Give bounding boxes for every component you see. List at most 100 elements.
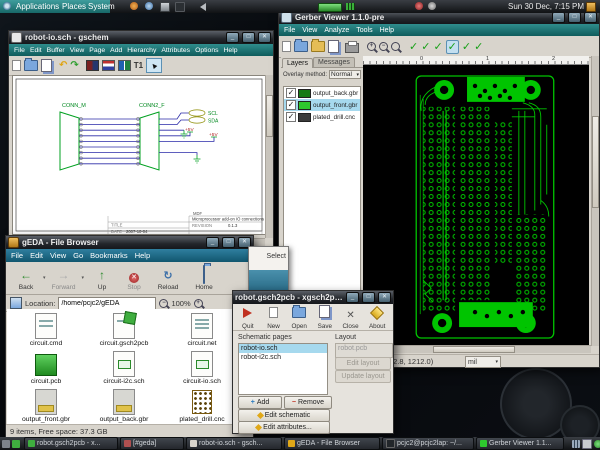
gerbv-close-button[interactable]: ✕ — [584, 12, 597, 23]
zoom-out-icon[interactable]: − — [159, 299, 168, 308]
gschem-menu-edit[interactable]: Edit — [30, 47, 42, 54]
gschem-menu-attributes[interactable]: Attributes — [161, 47, 190, 54]
forward-dropdown-icon[interactable]: ▾ — [82, 275, 85, 281]
fb-menu-go[interactable]: Go — [73, 251, 83, 260]
select-mode-swatch[interactable] — [249, 270, 288, 291]
undo-icon[interactable]: ↶ — [59, 60, 67, 71]
gerbv-menu-tools[interactable]: Tools — [356, 27, 372, 34]
pointer-tool-selected-icon[interactable]: ✓ — [446, 40, 459, 54]
file-circuit-net[interactable]: circuit.net — [167, 313, 237, 347]
export-icon[interactable] — [311, 41, 325, 52]
tab-messages[interactable]: Messages — [313, 57, 355, 67]
layer-row-front[interactable]: output_front.gbr — [284, 99, 360, 111]
gsch2pcb-titlebar[interactable]: robot.gsch2pcb - xgsch2pcb _ □ ✕ — [233, 291, 393, 304]
screenshot-launcher-icon[interactable] — [160, 2, 170, 12]
gsch2pcb-maximize-button[interactable]: □ — [362, 292, 375, 303]
gschem-menu-view[interactable]: View — [70, 47, 85, 54]
menu-system[interactable]: System — [88, 2, 115, 11]
task-filebrowser[interactable]: gEDA - File Browser — [284, 437, 380, 450]
gerbv-minimize-button[interactable]: _ — [552, 12, 565, 23]
mail-tray-icon[interactable] — [582, 439, 592, 449]
terminal-launcher-icon[interactable] — [175, 2, 185, 12]
copy-buffer-icon[interactable] — [41, 59, 52, 72]
gschem-menu-help[interactable]: Help — [224, 47, 238, 54]
save-button[interactable]: Save — [312, 305, 338, 330]
tray-update-icon[interactable] — [415, 2, 423, 10]
file-circuit-i2c-sch[interactable]: circuit-i2c.sch — [89, 351, 159, 385]
new-file-icon[interactable] — [12, 60, 21, 71]
gschem-canvas[interactable]: CONN_M CONN2_F — [12, 75, 266, 235]
redo-icon[interactable]: ↷ — [70, 60, 78, 71]
applet-pill[interactable] — [318, 3, 342, 12]
network-tray-icon[interactable] — [572, 440, 580, 448]
gschem-menu-hierarchy[interactable]: Hierarchy — [127, 47, 156, 54]
add-net-icon[interactable] — [102, 60, 115, 71]
new-project-icon[interactable] — [282, 41, 291, 52]
filebrowser-maximize-button[interactable]: □ — [222, 237, 235, 248]
menu-applications[interactable]: Applications — [16, 2, 59, 11]
location-icon[interactable] — [10, 297, 22, 309]
gerbv-menu-help[interactable]: Help — [380, 27, 394, 34]
zoom-in-icon[interactable]: + — [194, 299, 203, 308]
fb-menu-file[interactable]: File — [11, 251, 23, 260]
cpu-graph-icon[interactable] — [346, 3, 355, 10]
open-layer-icon[interactable] — [294, 41, 308, 52]
add-component-icon[interactable] — [86, 60, 99, 71]
close-button[interactable]: ✕ Close — [338, 305, 364, 330]
gschem-menu-page[interactable]: Page — [89, 47, 105, 54]
check-tool-5-icon[interactable]: ✓ — [474, 41, 483, 53]
tray-notes-icon[interactable] — [586, 2, 596, 12]
layer-drill-swatch[interactable] — [298, 113, 311, 122]
task-irc-geda[interactable]: [#geda] — [120, 437, 184, 450]
gsch2pcb-minimize-button[interactable]: _ — [346, 292, 359, 303]
gerbv-menu-file[interactable]: File — [284, 27, 295, 34]
gschem-menu-file[interactable]: File — [14, 47, 25, 54]
check-tool-3-icon[interactable]: ✓ — [433, 41, 442, 53]
update-layout-button[interactable]: Update layout — [335, 370, 391, 383]
select-tool-button[interactable]: ▲ — [146, 58, 162, 73]
distro-logo-icon[interactable] — [3, 2, 11, 10]
back-button[interactable]: ← Back — [9, 266, 43, 291]
file-circuit-pcb[interactable]: circuit.pcb — [11, 351, 81, 385]
page-item-robot-i2c[interactable]: robot-i2c.sch — [239, 353, 327, 362]
gschem-menu-options[interactable]: Options — [195, 47, 218, 54]
fb-menu-view[interactable]: View — [50, 251, 66, 260]
layer-row-drill[interactable]: plated_drill.cnc — [284, 111, 360, 123]
fb-menu-help[interactable]: Help — [135, 251, 150, 260]
page-item-robot-io[interactable]: robot-io.sch — [239, 344, 327, 353]
check-tool-4-icon[interactable]: ✓ — [462, 41, 471, 53]
task-xgsch2pcb[interactable]: robot.gsch2pcb - x... — [24, 437, 118, 450]
show-desktop-icon[interactable] — [2, 440, 10, 448]
add-bus-icon[interactable] — [118, 60, 131, 71]
status-tray-icon[interactable] — [594, 440, 600, 448]
volume-icon[interactable] — [200, 3, 206, 11]
print-icon[interactable] — [345, 43, 359, 53]
gerbv-hscrollbar[interactable] — [363, 345, 591, 353]
gerbv-maximize-button[interactable]: □ — [568, 12, 581, 23]
file-view[interactable]: circuit.cmd circuit.gsch2pcb circuit.net… — [7, 309, 245, 425]
task-gerbv[interactable]: Gerber Viewer 1.1... — [476, 437, 564, 450]
reload-button[interactable]: ↻ Reload — [150, 266, 186, 291]
window-list-icon[interactable] — [12, 440, 20, 448]
task-gschem[interactable]: robot-io.sch - gsch... — [186, 437, 282, 450]
location-input[interactable] — [58, 297, 156, 310]
forward-button[interactable]: → Forward — [46, 266, 82, 291]
filebrowser-titlebar[interactable]: gEDA - File Browser _ □ ✕ — [6, 236, 253, 249]
schematic-pages-list[interactable]: robot-io.sch robot-i2c.sch — [238, 343, 328, 395]
panel-clock[interactable]: Sun 30 Dec, 7:15 PM — [508, 2, 584, 11]
zoom-out-icon[interactable]: − — [379, 42, 388, 51]
home-button[interactable]: Home — [186, 266, 222, 291]
gerbv-vscrollbar[interactable] — [591, 56, 599, 346]
overlay-method-select[interactable]: Normal ▾ — [329, 70, 361, 79]
file-output-front-gbr[interactable]: output_front.gbr — [11, 389, 81, 423]
file-circuit-cmd[interactable]: circuit.cmd — [11, 313, 81, 347]
new-button[interactable]: New — [261, 305, 287, 330]
unit-select[interactable]: mil ▾ — [465, 356, 501, 368]
task-terminal[interactable]: pcjc2@pcjc2lap: ~/... — [382, 437, 474, 450]
layer-back-swatch[interactable] — [298, 89, 311, 98]
layer-front-checkbox[interactable] — [286, 100, 296, 110]
layer-drill-checkbox[interactable] — [286, 112, 296, 122]
about-button[interactable]: About — [363, 305, 391, 330]
filebrowser-minimize-button[interactable]: _ — [206, 237, 219, 248]
layer-back-checkbox[interactable] — [286, 88, 296, 98]
